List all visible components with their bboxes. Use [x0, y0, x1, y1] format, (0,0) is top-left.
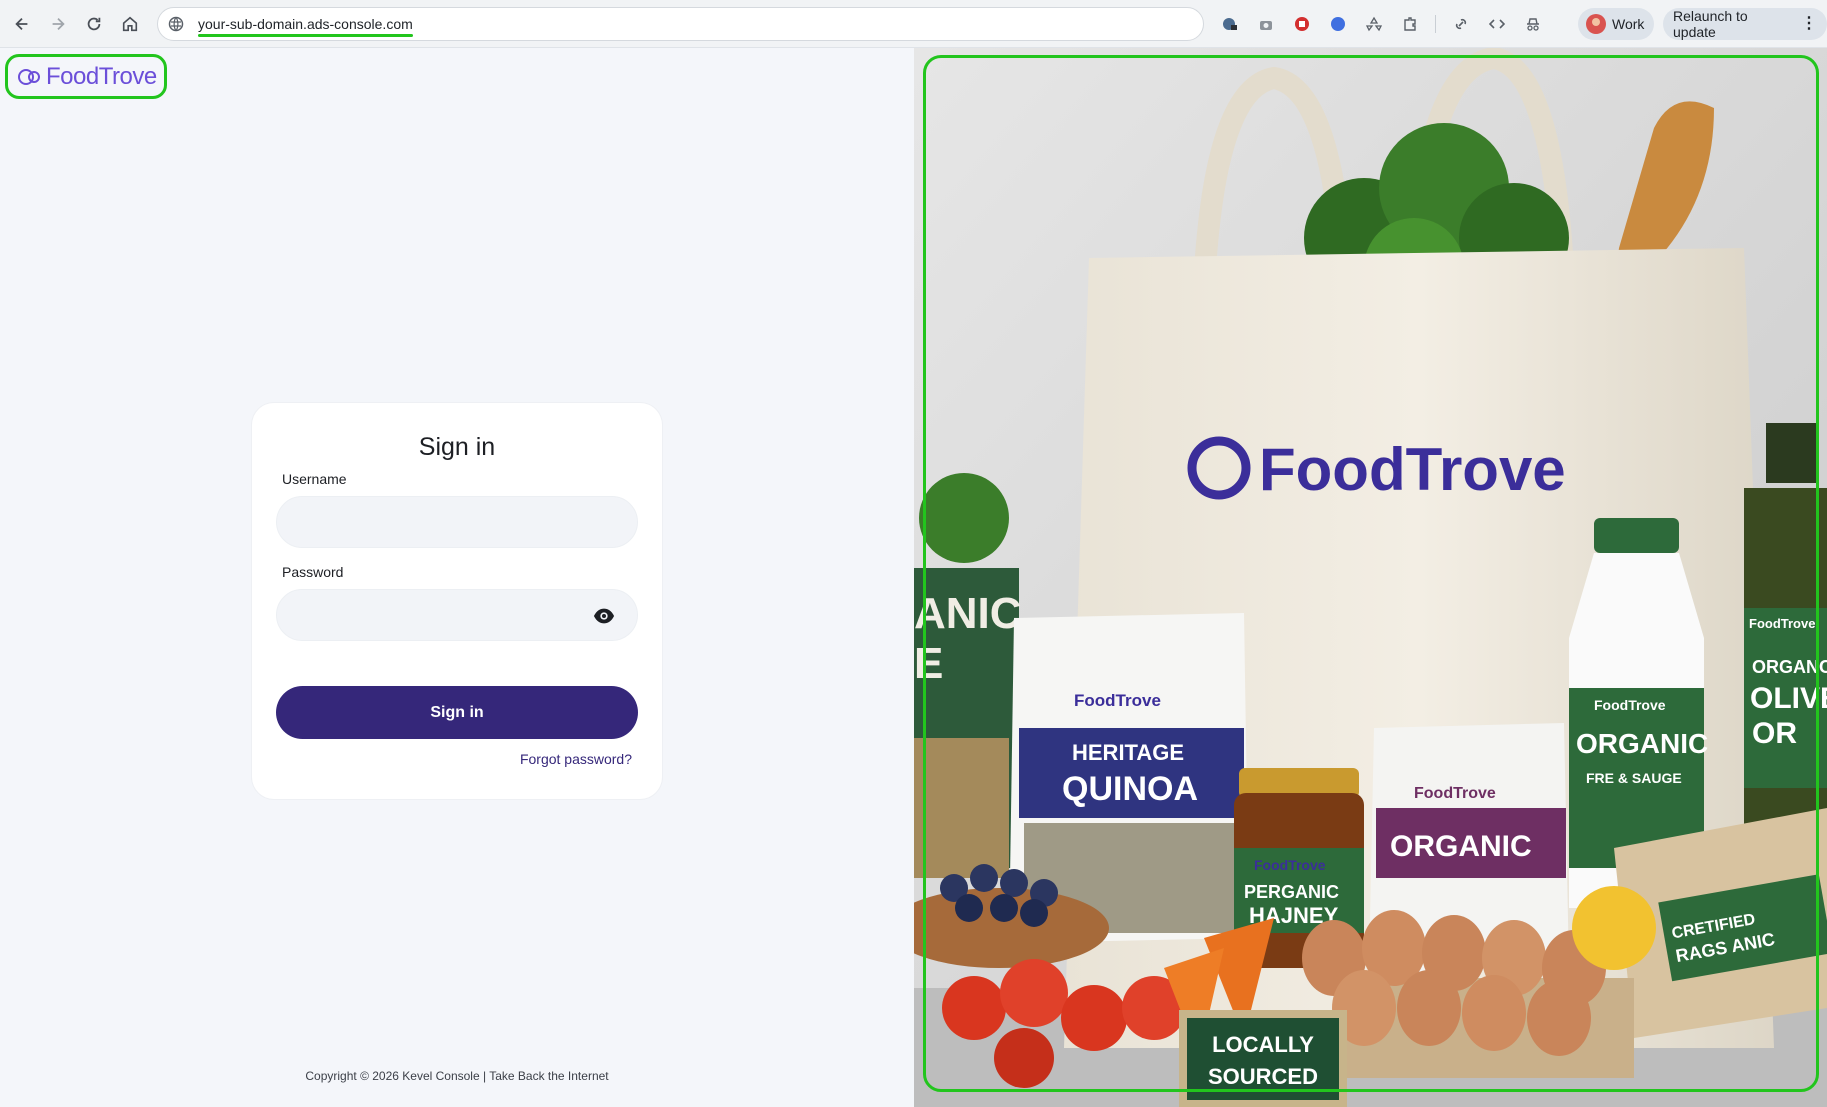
milk-brand: FoodTrove — [1594, 697, 1666, 713]
avatar — [1586, 14, 1606, 34]
grocery-illustration: FoodTrove ANIC E FoodTrove HERITAGE QUIN… — [914, 48, 1827, 1107]
recycle-icon[interactable] — [1359, 9, 1389, 39]
login-panel: FoodTrove Sign in Username Password Sign… — [0, 48, 914, 1107]
relaunch-button[interactable]: Relaunch to update ⋮ — [1663, 8, 1827, 40]
left-bag-text-2: E — [914, 639, 943, 688]
logo-text: FoodTrove — [46, 62, 157, 90]
bag-brand-text: FoodTrove — [1259, 436, 1566, 503]
password-field-wrapper — [276, 589, 638, 641]
quinoa-brand: FoodTrove — [1074, 691, 1161, 710]
lemon — [1572, 886, 1656, 970]
honey-label-1: PERGANIC — [1244, 882, 1339, 902]
username-field-wrapper — [276, 496, 638, 548]
honey-brand: FoodTrove — [1254, 857, 1326, 873]
incognito-icon[interactable] — [1518, 9, 1548, 39]
copyright-text: Copyright © 2026 Kevel Console | Take Ba… — [305, 1069, 609, 1083]
reload-icon[interactable] — [76, 6, 112, 42]
password-label: Password — [282, 564, 344, 580]
relaunch-label: Relaunch to update — [1673, 8, 1748, 40]
toolbar-divider — [1435, 15, 1436, 33]
brand-logo[interactable]: FoodTrove — [5, 54, 167, 99]
username-input[interactable] — [277, 497, 637, 547]
code-icon[interactable] — [1482, 9, 1512, 39]
left-greens — [919, 473, 1009, 563]
sign-label-1: LOCALLY — [1212, 1032, 1314, 1057]
site-info-icon[interactable] — [168, 16, 184, 32]
organic-brand: FoodTrove — [1414, 785, 1496, 802]
username-label: Username — [282, 471, 347, 487]
organic-label: ORGANIC — [1390, 830, 1532, 863]
grain-jar — [914, 738, 1009, 878]
puzzle-icon[interactable] — [1395, 9, 1425, 39]
show-password-icon[interactable] — [593, 607, 615, 625]
hero-image: FoodTrove ANIC E FoodTrove HERITAGE QUIN… — [914, 48, 1827, 1107]
record-icon[interactable] — [1287, 9, 1317, 39]
password-input[interactable] — [277, 590, 637, 640]
circle-icon[interactable] — [1323, 9, 1353, 39]
milk-label-2: FRE & SAUGE — [1586, 770, 1682, 786]
info-lock-icon[interactable] — [1215, 9, 1245, 39]
url-text: your-sub-domain.ads-console.com — [198, 16, 413, 37]
oil-label-3: OR — [1752, 717, 1797, 750]
signin-title: Sign in — [418, 433, 496, 461]
locally-sourced-sign: LOCALLY SOURCED — [1179, 1010, 1347, 1107]
more-menu-icon[interactable]: ⋮ — [1801, 16, 1817, 32]
oil-label-1: ORGANC — [1752, 657, 1827, 677]
signin-button[interactable]: Sign in — [276, 686, 638, 739]
browser-toolbar: your-sub-domain.ads-console.com Work Rel… — [0, 0, 1827, 48]
signin-card: Sign in Username Password Sign in Forgot… — [252, 403, 662, 799]
back-icon[interactable] — [4, 6, 40, 42]
quinoa-label-2: QUINOA — [1062, 770, 1198, 808]
foodtrove-logo-icon — [18, 68, 40, 85]
extension-bar — [1215, 7, 1548, 41]
profile-button[interactable]: Work — [1578, 8, 1655, 40]
profile-label: Work — [1612, 16, 1645, 32]
camera-icon[interactable] — [1251, 9, 1281, 39]
oil-brand: FoodTrove — [1749, 616, 1815, 631]
sign-label-2: SOURCED — [1208, 1064, 1318, 1089]
address-bar[interactable]: your-sub-domain.ads-console.com — [157, 7, 1204, 41]
milk-label-1: ORGANIC — [1576, 728, 1708, 759]
forward-icon[interactable] — [40, 6, 76, 42]
oil-label-2: OLIVE — [1750, 682, 1827, 715]
home-icon[interactable] — [112, 6, 148, 42]
quinoa-label-1: HERITAGE — [1072, 740, 1184, 765]
logo: FoodTrove — [18, 63, 157, 91]
left-bag-text-1: ANIC — [914, 589, 1022, 638]
forgot-password-link[interactable]: Forgot password? — [520, 751, 632, 767]
link-icon[interactable] — [1446, 9, 1476, 39]
